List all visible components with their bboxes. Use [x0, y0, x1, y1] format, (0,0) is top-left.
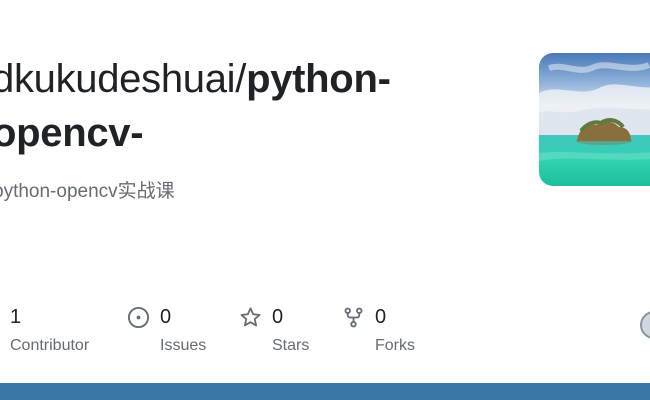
stat-stars-value: 0 — [272, 305, 284, 328]
repo-title: dkukudeshuai/python- opencv- — [0, 52, 391, 160]
issue-icon — [127, 306, 150, 329]
fork-icon — [342, 306, 365, 329]
stat-forks-label: Forks — [375, 337, 415, 354]
stat-contributors-label: Contributor — [10, 337, 90, 354]
repo-owner: dkukudeshuai/ — [0, 57, 247, 101]
language-color-bar — [0, 383, 650, 400]
stat-issues-value: 0 — [160, 305, 172, 328]
repo-name-part2: opencv- — [0, 111, 144, 155]
repo-social-preview: dkukudeshuai/python- opencv- python-open… — [0, 0, 650, 400]
stat-issues: 0 Issues — [127, 303, 206, 355]
repo-description: python-opencv实战课 — [0, 181, 175, 202]
repo-name-part1: python- — [246, 57, 391, 101]
stat-stars: 0 Stars — [239, 303, 309, 355]
repo-thumbnail-image — [539, 53, 650, 186]
stat-issues-label: Issues — [160, 337, 207, 354]
stat-contributors: 1 Contributor — [10, 303, 89, 355]
stat-stars-label: Stars — [272, 337, 310, 354]
github-logo-icon — [640, 311, 650, 339]
star-icon — [239, 306, 262, 329]
stat-contributors-value: 1 — [10, 305, 22, 328]
stat-forks-value: 0 — [375, 305, 387, 328]
stat-forks: 0 Forks — [342, 303, 415, 355]
